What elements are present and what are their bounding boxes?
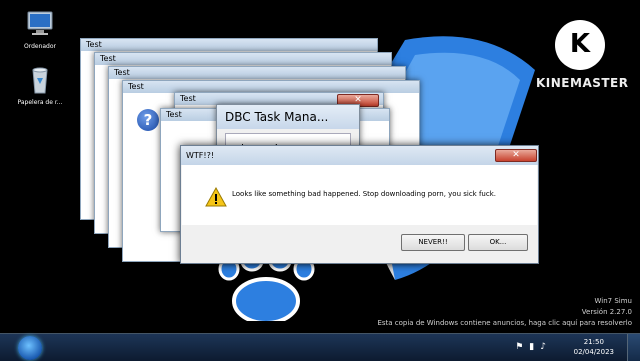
window-title: Test xyxy=(95,53,391,65)
desktop-icon-recycle-bin[interactable]: Papelera de r... xyxy=(10,66,70,106)
speaker-icon[interactable]: ♪ xyxy=(540,342,552,352)
windows-activation-watermark: Win7 Simu Versión 2.27.0 Esta copia de W… xyxy=(377,296,632,329)
recycle-bin-icon xyxy=(32,67,48,94)
watermark-line: Esta copia de Windows contiene anuncios,… xyxy=(377,319,632,327)
desktop-icon-label: Ordenador xyxy=(23,43,56,50)
watermark-line: Win7 Simu xyxy=(594,297,632,305)
window-title: Test xyxy=(109,67,405,79)
clock-time: 21:50 xyxy=(583,338,604,346)
kinemaster-watermark: KINEMASTER xyxy=(536,76,629,90)
flag-icon[interactable]: ⚑ xyxy=(515,342,529,352)
system-tray-icons[interactable]: ⚑▮♪ xyxy=(515,342,552,352)
dialog-message: Looks like something bad happened. Stop … xyxy=(232,190,496,198)
ok-button[interactable]: OK... xyxy=(468,234,528,251)
watermark-line: Versión 2.27.0 xyxy=(581,308,632,316)
never-button[interactable]: NEVER!! xyxy=(401,234,465,251)
window-title: Test xyxy=(81,39,377,51)
desktop: Ordenador Papelera de r... K KINEMASTER … xyxy=(0,0,640,333)
desktop-icon-computer[interactable]: Ordenador xyxy=(10,10,70,50)
paw-wallpaper-graphic xyxy=(218,255,315,321)
start-button[interactable] xyxy=(18,336,42,360)
desktop-icon-label: Papelera de r... xyxy=(17,99,63,106)
window-title: DBC Task Mana... xyxy=(217,105,359,129)
error-dialog[interactable]: WTF!?! ✕ Looks like something bad happen… xyxy=(180,145,539,264)
show-desktop-button[interactable] xyxy=(627,334,640,361)
dialog-content: Looks like something bad happened. Stop … xyxy=(182,165,537,225)
question-icon: ? xyxy=(137,109,159,131)
dialog-close-button[interactable]: ✕ xyxy=(495,149,537,162)
kinemaster-logo: K xyxy=(555,20,605,70)
signal-icon[interactable]: ▮ xyxy=(529,342,540,352)
dialog-title: WTF!?! xyxy=(181,146,538,165)
clock-date: 02/04/2023 xyxy=(573,348,614,356)
warning-icon xyxy=(205,187,227,207)
kinemaster-logo-letter: K xyxy=(569,29,591,59)
taskbar: ⚑▮♪ 21:50 02/04/2023 xyxy=(0,333,640,361)
clock[interactable]: 21:50 02/04/2023 xyxy=(574,337,614,357)
computer-icon xyxy=(27,11,53,35)
